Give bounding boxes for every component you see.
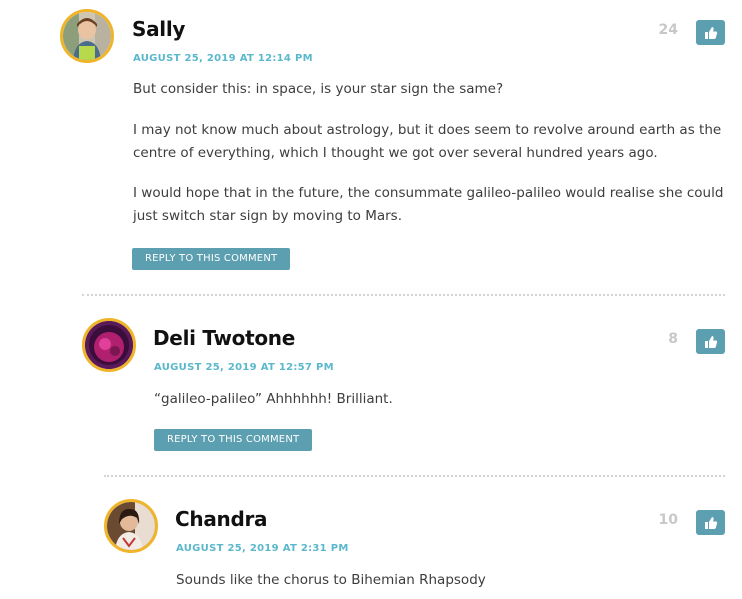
- comment-paragraph: I would hope that in the future, the con…: [133, 185, 724, 224]
- thumbs-up-icon: [704, 26, 717, 39]
- comment-paragraph: Sounds like the chorus to Bihemian Rhaps…: [176, 572, 486, 588]
- thumbs-up-icon: [704, 516, 717, 529]
- reply-button[interactable]: REPLY TO THIS COMMENT: [132, 248, 291, 270]
- comment-paragraph: I may not know much about astrology, but…: [133, 122, 722, 161]
- comment-author: Chandra: [175, 507, 268, 531]
- comment-divider: [104, 475, 725, 477]
- avatar[interactable]: [60, 9, 114, 63]
- comment-date[interactable]: AUGUST 25, 2019 AT 12:57 PM: [154, 362, 334, 373]
- comment-paragraph: But consider this: in space, is your sta…: [133, 81, 504, 97]
- avatar[interactable]: [82, 318, 136, 372]
- like-button[interactable]: [696, 329, 725, 354]
- comment-divider: [82, 294, 725, 296]
- like-count: 24: [658, 22, 678, 38]
- thumbs-up-icon: [704, 335, 717, 348]
- avatar[interactable]: [104, 499, 158, 553]
- like-button[interactable]: [696, 510, 725, 535]
- comment-date[interactable]: AUGUST 25, 2019 AT 2:31 PM: [176, 543, 349, 554]
- comment-paragraph: “galileo-palileo” Ahhhhhh! Brilliant.: [154, 391, 393, 407]
- like-button[interactable]: [696, 20, 725, 45]
- comment-author: Deli Twotone: [153, 326, 296, 350]
- like-count: 10: [658, 512, 678, 528]
- comment-date[interactable]: AUGUST 25, 2019 AT 12:14 PM: [133, 53, 313, 64]
- reply-button[interactable]: REPLY TO THIS COMMENT: [154, 429, 313, 451]
- like-count: 8: [668, 331, 678, 347]
- comment-author: Sally: [132, 17, 186, 41]
